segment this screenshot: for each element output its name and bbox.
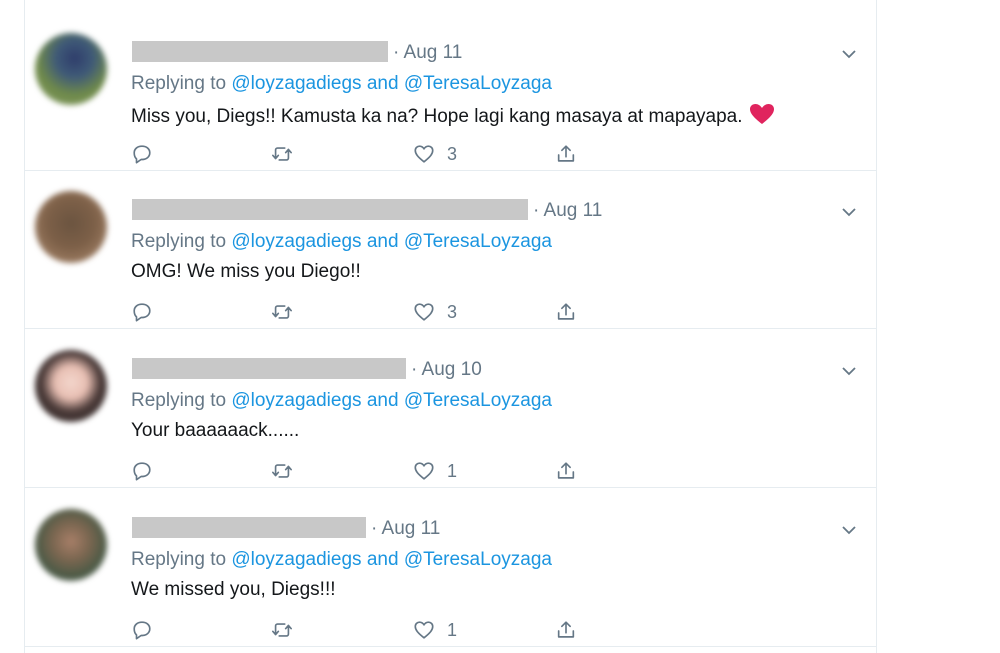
- like-button[interactable]: 3: [413, 142, 457, 166]
- replying-to-line: Replying to @loyzagadiegs and @TeresaLoy…: [131, 549, 552, 571]
- tweet-text-content: Miss you, Diegs!! Kamusta ka na? Hope la…: [131, 106, 743, 127]
- retweet-button[interactable]: [270, 618, 294, 642]
- reply-button[interactable]: [131, 459, 153, 483]
- heart-emoji-icon: [749, 104, 774, 124]
- tweet-text: We missed you, Diegs!!!: [131, 579, 336, 601]
- chevron-down-icon[interactable]: [841, 204, 857, 220]
- reply-icon: [133, 621, 151, 640]
- mention-link[interactable]: @loyzagadiegs: [231, 390, 361, 411]
- replying-to-line: Replying to @loyzagadiegs and @TeresaLoy…: [131, 390, 552, 412]
- retweet-icon: [272, 623, 292, 637]
- retweet-button[interactable]: [270, 142, 294, 166]
- tweet-date[interactable]: · Aug 10: [411, 359, 482, 381]
- reply-button[interactable]: [131, 618, 153, 642]
- tweet-actions: 1: [131, 618, 631, 642]
- reply-icon: [133, 462, 151, 481]
- retweet-icon: [272, 464, 292, 478]
- mention-link[interactable]: @TeresaLoyzaga: [404, 549, 552, 570]
- chevron-down-icon[interactable]: [841, 522, 857, 538]
- share-icon: [557, 145, 575, 162]
- tweet-actions: 1: [131, 459, 631, 483]
- mention-conjunction: and: [366, 549, 399, 570]
- mention-conjunction: and: [366, 231, 399, 252]
- tweet-date[interactable]: · Aug 11: [533, 200, 602, 222]
- like-icon: [414, 621, 434, 639]
- reply-icon: [133, 145, 151, 164]
- retweet-button[interactable]: [270, 459, 294, 483]
- share-icon: [557, 303, 575, 320]
- redacted-username: [132, 358, 406, 379]
- chevron-down-icon[interactable]: [841, 363, 857, 379]
- reply-tweet[interactable]: · Aug 10 Replying to @loyzagadiegs and @…: [25, 329, 877, 488]
- mention-link[interactable]: @loyzagadiegs: [231, 73, 361, 94]
- share-button[interactable]: [555, 142, 577, 166]
- replying-to-label: Replying to: [131, 390, 227, 411]
- like-count: 3: [447, 301, 458, 322]
- tweet-actions: 3: [131, 142, 631, 166]
- tweet-text-content: OMG! We miss you Diego!!: [131, 261, 361, 282]
- like-icon: [414, 145, 434, 163]
- mention-link[interactable]: @TeresaLoyzaga: [404, 390, 552, 411]
- share-button[interactable]: [555, 459, 577, 483]
- replying-to-label: Replying to: [131, 73, 227, 94]
- reply-button[interactable]: [131, 142, 153, 166]
- like-button[interactable]: 3: [413, 300, 457, 324]
- tweet-date[interactable]: · Aug 11: [393, 42, 462, 64]
- replying-to-line: Replying to @loyzagadiegs and @TeresaLoy…: [131, 73, 552, 95]
- like-count: 1: [447, 460, 458, 481]
- like-button[interactable]: 1: [413, 618, 457, 642]
- mention-link[interactable]: @TeresaLoyzaga: [404, 73, 552, 94]
- reply-tweet[interactable]: · Aug 11 Replying to @loyzagadiegs and @…: [25, 12, 877, 171]
- redacted-username: [132, 199, 528, 220]
- like-button[interactable]: 1: [413, 459, 457, 483]
- share-button[interactable]: [555, 618, 577, 642]
- redacted-username: [132, 41, 388, 62]
- chevron-down-icon[interactable]: [841, 46, 857, 62]
- share-icon: [557, 462, 575, 479]
- tweet-text-content: We missed you, Diegs!!!: [131, 579, 336, 600]
- tweet-actions: 3: [131, 300, 631, 324]
- mention-link[interactable]: @loyzagadiegs: [231, 549, 361, 570]
- tweet-text-content: Your baaaaaack......: [131, 420, 300, 441]
- like-icon: [414, 303, 434, 321]
- reply-feed: · Aug 11 Replying to @loyzagadiegs and @…: [24, 0, 877, 653]
- avatar[interactable]: [35, 191, 107, 263]
- tweet-text: OMG! We miss you Diego!!: [131, 261, 361, 283]
- replying-to-label: Replying to: [131, 549, 227, 570]
- retweet-icon: [272, 305, 292, 319]
- like-count: 1: [447, 619, 458, 640]
- retweet-button[interactable]: [270, 300, 294, 324]
- replying-to-line: Replying to @loyzagadiegs and @TeresaLoy…: [131, 231, 552, 253]
- reply-icon: [133, 303, 151, 322]
- reply-button[interactable]: [131, 300, 153, 324]
- avatar[interactable]: [35, 33, 107, 105]
- reply-tweet[interactable]: · Aug 11 Replying to @loyzagadiegs and @…: [25, 488, 877, 647]
- replying-to-label: Replying to: [131, 231, 227, 252]
- retweet-icon: [272, 147, 292, 161]
- mention-link[interactable]: @loyzagadiegs: [231, 231, 361, 252]
- avatar[interactable]: [35, 509, 107, 581]
- mention-conjunction: and: [366, 73, 399, 94]
- mention-link[interactable]: @TeresaLoyzaga: [404, 231, 552, 252]
- redacted-username: [132, 517, 366, 538]
- share-icon: [557, 621, 575, 638]
- reply-tweet[interactable]: · Aug 11 Replying to @loyzagadiegs and @…: [25, 170, 877, 329]
- like-count: 3: [447, 143, 458, 164]
- mention-conjunction: and: [366, 390, 399, 411]
- avatar[interactable]: [35, 350, 107, 422]
- tweet-date[interactable]: · Aug 11: [371, 518, 440, 540]
- tweet-text: Your baaaaaack......: [131, 420, 299, 442]
- share-button[interactable]: [555, 300, 577, 324]
- like-icon: [414, 462, 434, 480]
- tweet-text: Miss you, Diegs!! Kamusta ka na? Hope la…: [131, 103, 775, 128]
